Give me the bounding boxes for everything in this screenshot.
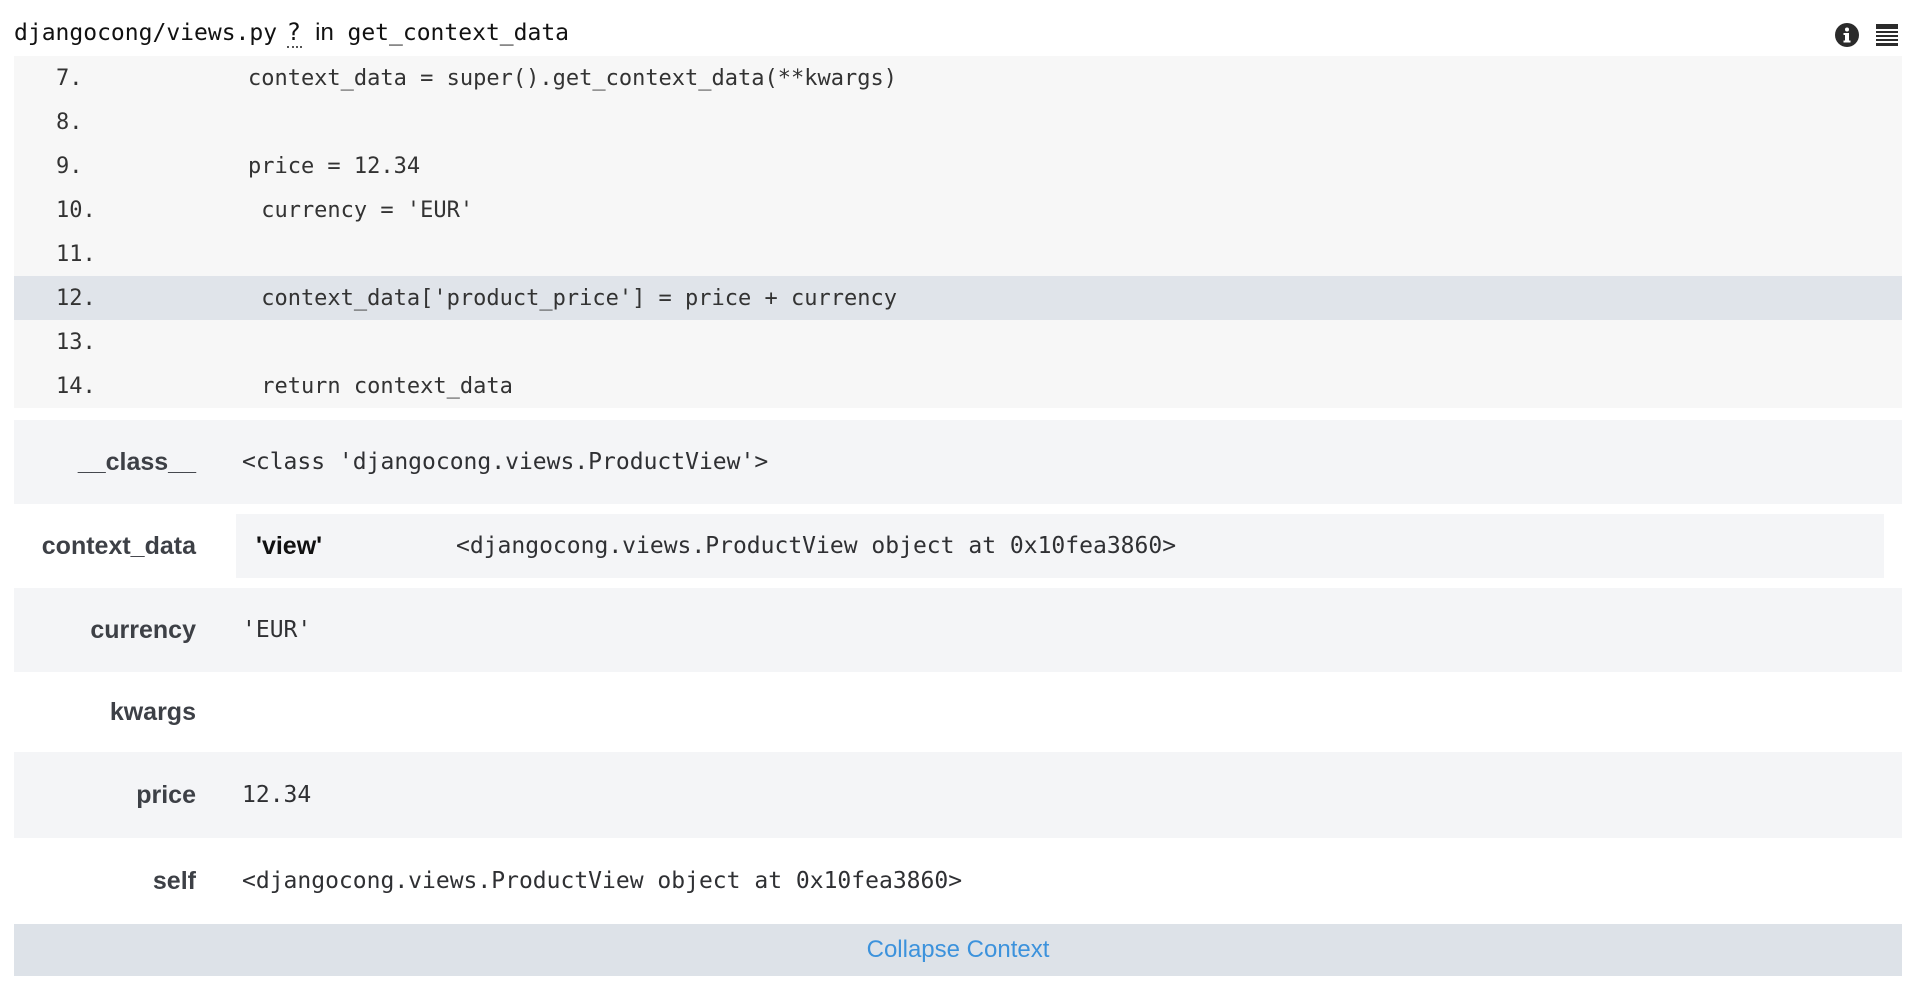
code-context: 7. context_data = super().get_context_da… [14,56,1902,408]
var-value: <class 'djangocong.views.ProductView'> [242,449,769,475]
var-value: 12.34 [242,782,312,808]
collapse-context-button[interactable]: Collapse Context [14,924,1902,976]
line-number: 7. [56,65,83,91]
nested-dict: 'view' <djangocong.views.ProductView obj… [236,514,1884,578]
code-line: 13. [14,320,1902,364]
var-key: price [136,780,196,809]
var-key: self [152,866,196,895]
line-number: 10. [56,197,96,223]
line-source: price = 12.34 [142,153,421,179]
code-line: 8. [14,100,1902,144]
frame-filename: djangocong/views.py [14,20,278,46]
frame-function: get_context_data [347,20,570,46]
line-source: currency = 'EUR' [142,197,474,223]
var-row-kwargs: kwargs [14,672,1902,752]
line-number: 11. [56,241,96,267]
var-row-currency: currency 'EUR' [14,588,1902,672]
var-value: <djangocong.views.ProductView object at … [242,868,963,894]
var-key: context_data [41,531,196,560]
stack-icon[interactable] [1872,20,1902,50]
line-number: 8. [56,109,83,135]
collapse-context-label[interactable]: Collapse Context [867,936,1050,964]
line-source: context_data['product_price'] = price + … [142,285,897,311]
help-marker[interactable]: ? [286,18,302,48]
local-variables-table: __class__ <class 'djangocong.views.Produ… [14,420,1902,924]
code-line: 9. price = 12.34 [14,144,1902,188]
line-number: 12. [56,285,96,311]
var-value: 'EUR' [242,617,312,643]
code-line-current: 12. context_data['product_price'] = pric… [14,276,1902,320]
line-source: context_data = super().get_context_data(… [142,65,897,91]
var-row-context-data: context_data 'view' <djangocong.views.Pr… [14,504,1902,588]
nested-dict-key: 'view' [256,531,323,560]
line-number: 14. [56,373,96,399]
var-key: kwargs [109,697,196,726]
code-line: 14. return context_data [14,364,1902,408]
nested-dict-value: <djangocong.views.ProductView object at … [456,533,1177,559]
line-number: 13. [56,329,96,355]
info-icon[interactable] [1832,20,1862,50]
var-key: __class__ [77,447,196,476]
frame-header: djangocong/views.py ? in get_context_dat… [14,14,1902,56]
code-line: 10. currency = 'EUR' [14,188,1902,232]
var-row-price: price 12.34 [14,752,1902,838]
code-line: 7. context_data = super().get_context_da… [14,56,1902,100]
code-line: 11. [14,232,1902,276]
stack-frame: djangocong/views.py ? in get_context_dat… [0,0,1914,990]
line-number: 9. [56,153,83,179]
header-icons [1832,20,1902,50]
frame-title: djangocong/views.py ? in get_context_dat… [14,18,570,48]
var-row-class: __class__ <class 'djangocong.views.Produ… [14,420,1902,504]
var-row-self: self <djangocong.views.ProductView objec… [14,838,1902,924]
line-source: return context_data [142,373,513,399]
frame-in-word: in [315,19,334,46]
var-key: currency [90,615,196,644]
